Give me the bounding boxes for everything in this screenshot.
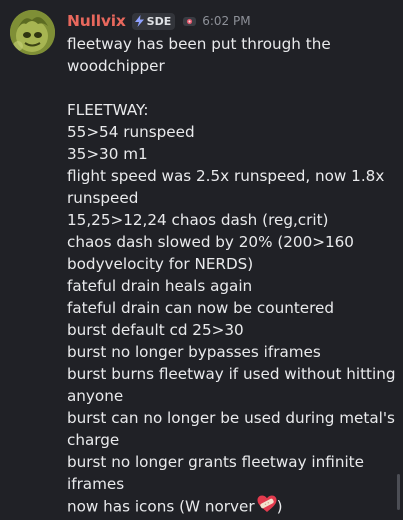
- message-line: fateful drain heals again: [67, 277, 253, 295]
- message-line: anyone: [67, 387, 124, 405]
- message-line: flight speed was 2.5x runspeed, now 1.8x: [67, 167, 385, 185]
- message-line: burst default cd 25>30: [67, 321, 244, 339]
- message-line: runspeed: [67, 189, 139, 207]
- avatar[interactable]: [10, 10, 55, 55]
- guild-tag-label: SDE: [146, 14, 172, 28]
- message-line: burst no longer bypasses iframes: [67, 343, 321, 361]
- message-text: now has icons (W norver: [67, 497, 255, 516]
- message-line: fleetway has been put through the: [67, 35, 331, 53]
- username[interactable]: Nullvix: [67, 12, 126, 30]
- lightning-icon: [134, 15, 144, 27]
- message-line: 35>30 m1: [67, 145, 148, 163]
- message-line: woodchipper: [67, 57, 165, 75]
- timestamp: 6:02 PM: [202, 14, 251, 28]
- message-line: fateful drain can now be countered: [67, 299, 335, 317]
- message-line: chaos dash slowed by 20% (200>160: [67, 233, 354, 251]
- message-line: FLEETWAY:: [67, 101, 149, 119]
- message-text-end: ): [276, 497, 283, 516]
- guild-tag[interactable]: SDE: [131, 12, 176, 30]
- avatar-picture: [10, 10, 55, 55]
- chat-message: Nullvix SDE 6:02 PM fleetway has been pu…: [0, 0, 403, 520]
- scrollbar[interactable]: [397, 474, 400, 510]
- message-line: burst burns fleetway if used without hit…: [67, 365, 396, 383]
- badge-icon[interactable]: [183, 16, 197, 27]
- message-header: Nullvix SDE 6:02 PM: [67, 10, 251, 32]
- message-line: 15,25>12,24 chaos dash (reg,crit): [67, 211, 329, 229]
- message-line: burst can no longer be used during metal…: [67, 409, 395, 427]
- message-line: bodyvelocity for NERDS): [67, 255, 254, 273]
- message-line-last: now has icons (W norver ): [67, 495, 385, 519]
- message-line: burst no longer grants fleetway infinite: [67, 453, 364, 471]
- heart-with-bandage-icon[interactable]: [257, 495, 277, 519]
- message-line: 55>54 runspeed: [67, 123, 195, 141]
- message-line: charge: [67, 431, 120, 449]
- message-line-blank: [67, 77, 385, 99]
- message-content: fleetway has been put through the woodch…: [67, 33, 396, 519]
- message-line: iframes: [67, 475, 125, 493]
